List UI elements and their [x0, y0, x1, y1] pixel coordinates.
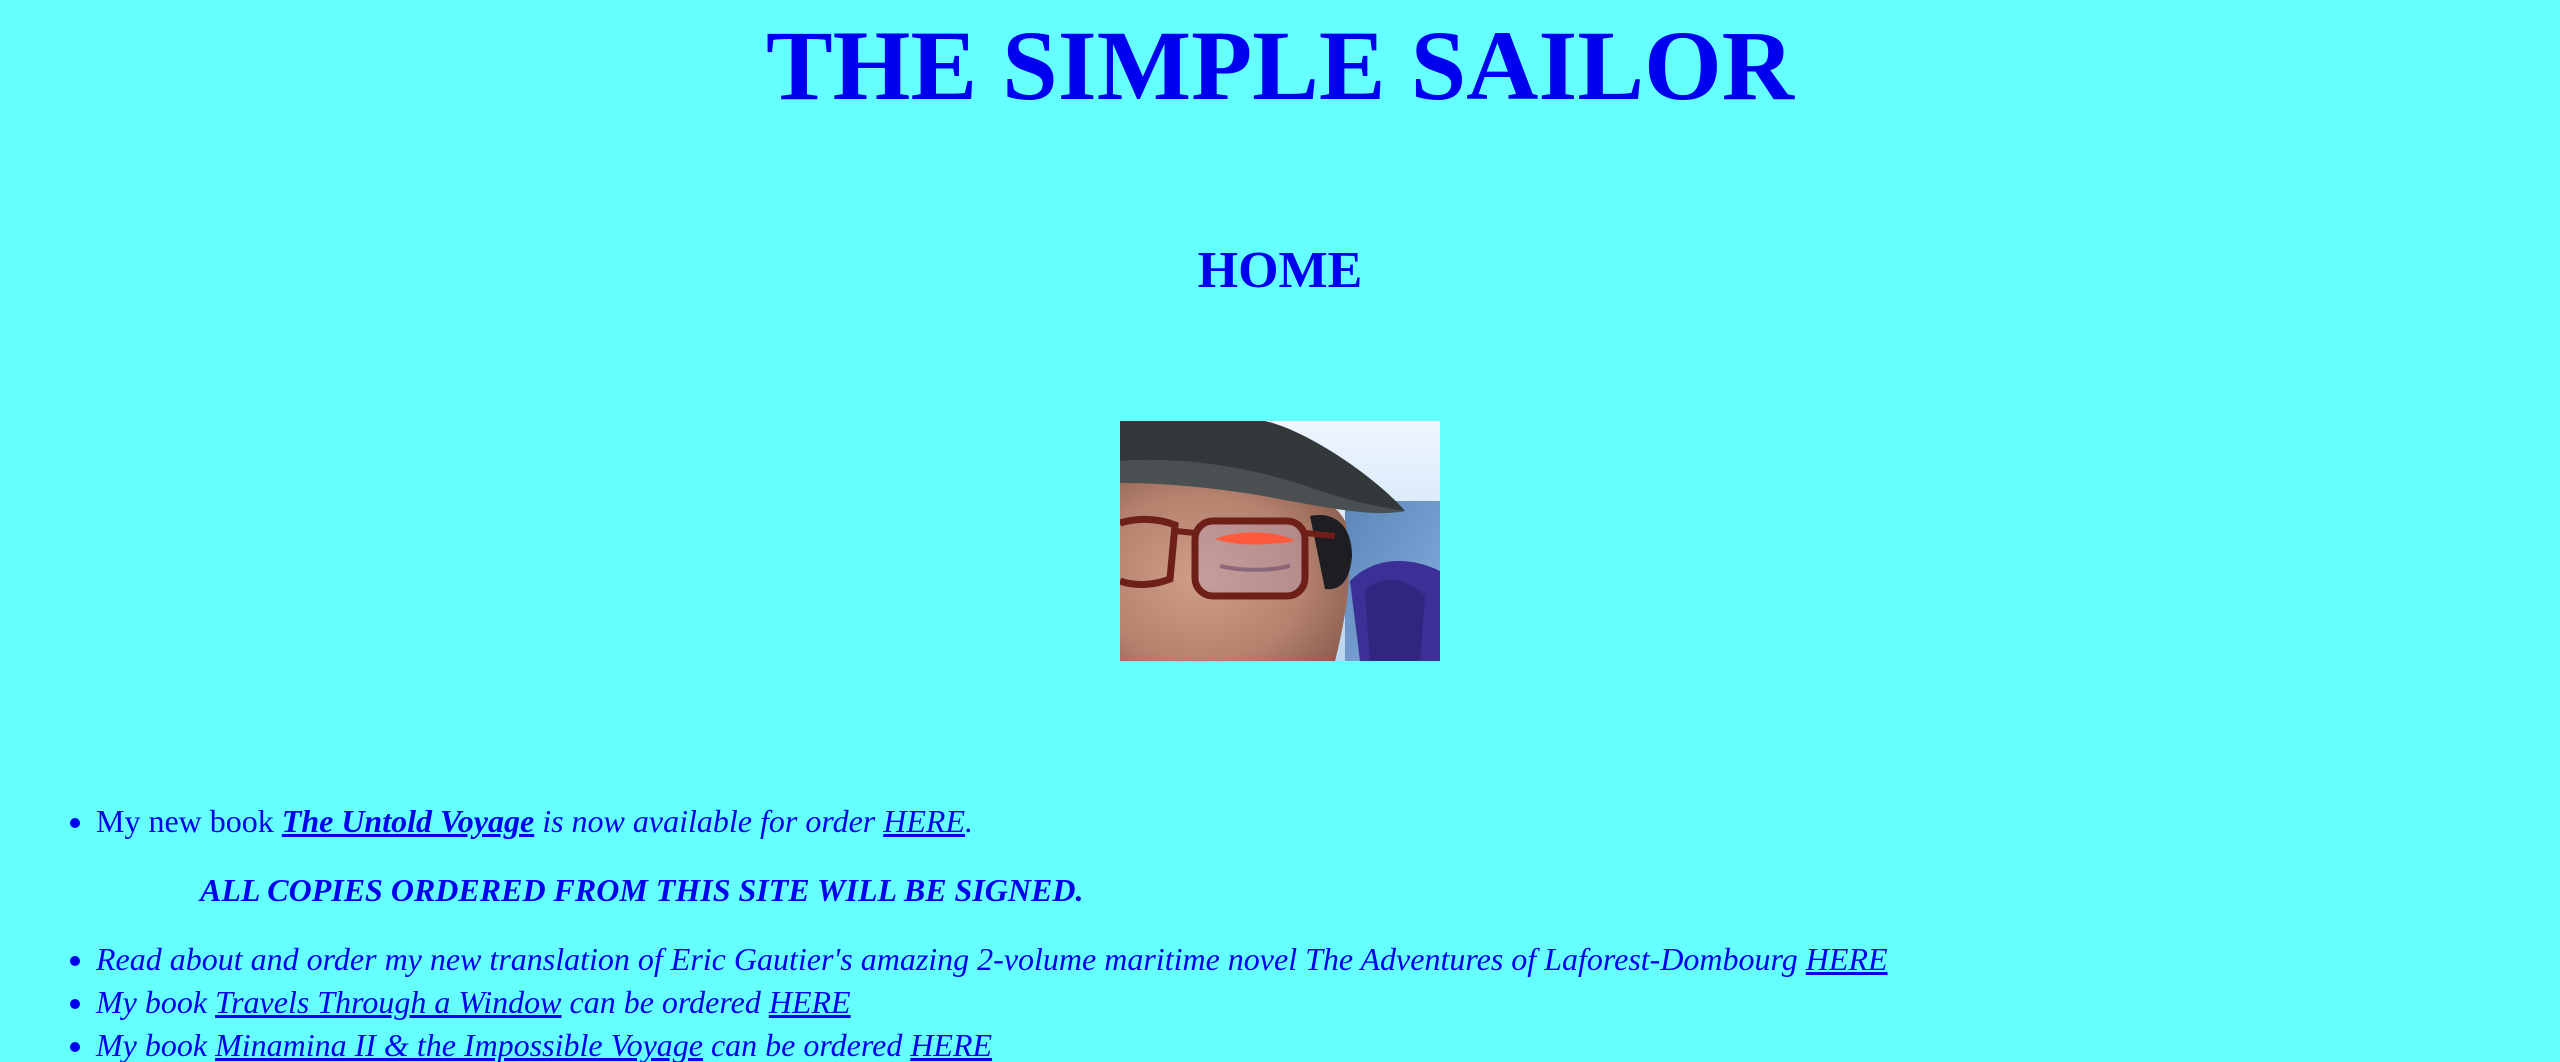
list-item-text: .	[964, 803, 973, 839]
site-title: THE SIMPLE SAILOR	[765, 10, 1795, 121]
list-item-text: My new book	[96, 803, 282, 839]
order-link-untold-voyage[interactable]: HERE	[883, 803, 965, 839]
book-link-untold-voyage[interactable]: The Untold Voyage	[282, 803, 534, 839]
order-link-travels-through-a-window[interactable]: HERE	[769, 984, 851, 1020]
book-link-minamina[interactable]: Minamina II & the Impossible Voyage	[215, 1027, 703, 1062]
page-title: HOME	[1197, 242, 1363, 299]
signed-copies-note: ALL COPIES ORDERED FROM THIS SITE WILL B…	[200, 872, 1084, 908]
list-item: Read about and order my new translation …	[96, 938, 1888, 981]
list-item-text: can be ordered	[702, 1027, 911, 1062]
list-item-text: My book	[96, 984, 216, 1020]
list-item: My book Travels Through a Window can be …	[96, 981, 1888, 1024]
sailor-portrait-image	[1120, 421, 1440, 661]
list-item-text: Read about and order my new translation …	[96, 941, 1806, 977]
list-item: My new book The Untold Voyage is now ava…	[96, 800, 1888, 912]
order-link-minamina[interactable]: HERE	[910, 1027, 992, 1062]
news-list: My new book The Untold Voyage is now ava…	[0, 800, 1888, 1062]
list-item: My book Minamina II & the Impossible Voy…	[96, 1024, 1888, 1062]
list-item-text: My book	[96, 1027, 216, 1062]
list-item-text: is now available for order	[534, 803, 884, 839]
page: THE SIMPLE SAILOR HOME • My new book The…	[0, 0, 2560, 1062]
order-link-laforest-dombourg[interactable]: HERE	[1806, 941, 1888, 977]
book-link-travels-through-a-window[interactable]: Travels Through a Window	[215, 984, 561, 1020]
list-item-text: can be ordered	[561, 984, 769, 1020]
